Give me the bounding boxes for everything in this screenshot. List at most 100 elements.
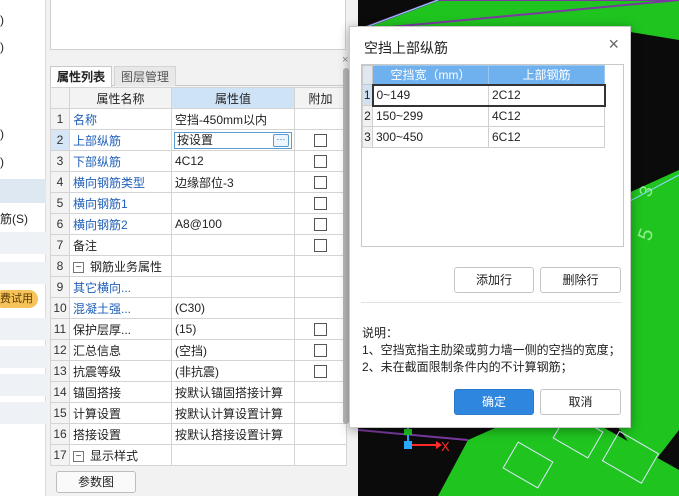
table-row[interactable]: 15 计算设置 按默认计算设置计算 — [50, 402, 347, 424]
extra-checkbox[interactable] — [314, 176, 327, 190]
table-row[interactable]: 11 保护层厚... (15) — [50, 318, 347, 340]
add-row-button[interactable]: 添加行 — [454, 267, 534, 293]
property-name: 计算设置 — [69, 402, 172, 424]
cancel-button[interactable]: 取消 — [540, 389, 621, 415]
grid-row[interactable]: 1 0~149 2C12 — [362, 83, 606, 107]
grid-cell-width-range[interactable]: 300~450 — [372, 126, 489, 148]
ellipsis-button[interactable]: ··· — [273, 133, 289, 147]
property-name: 横向钢筋2 — [69, 213, 172, 235]
table-row[interactable]: 6 横向钢筋2 A8@100 — [50, 213, 347, 235]
extra-cell — [294, 129, 347, 151]
property-name: 其它横向... — [69, 276, 172, 298]
row-number: 11 — [50, 318, 70, 340]
left-strip-item[interactable]: ) — [0, 13, 4, 27]
collapse-icon[interactable]: − — [73, 450, 84, 462]
table-row[interactable]: 12 汇总信息 (空挡) — [50, 339, 347, 361]
dialog-title: 空挡上部纵筋 — [364, 40, 448, 56]
collapse-icon[interactable]: − — [73, 261, 84, 273]
ok-button[interactable]: 确定 — [454, 389, 534, 415]
extra-checkbox[interactable] — [314, 323, 327, 337]
grid-cell-rebar[interactable]: 4C12 — [488, 105, 605, 127]
extra-checkbox[interactable] — [314, 197, 327, 211]
table-row[interactable]: 17− 显示样式 — [50, 444, 347, 466]
property-value[interactable]: (C30) — [171, 297, 295, 319]
extra-checkbox[interactable] — [314, 239, 327, 253]
table-row[interactable]: 9 其它横向... — [50, 276, 347, 298]
table-row[interactable]: 1 名称 空挡-450mm以内 — [50, 108, 347, 130]
extra-cell — [294, 192, 347, 214]
table-row[interactable]: 14 锚固搭接 按默认锚固搭接计算 — [50, 381, 347, 403]
row-number: 2 — [50, 129, 70, 151]
grid-column-header-rebar: 上部钢筋 — [488, 65, 605, 85]
property-value-editor[interactable]: 按设置 ··· — [174, 131, 292, 149]
row-number: 13 — [50, 360, 70, 382]
property-value[interactable] — [171, 192, 295, 214]
table-row[interactable]: 4 横向钢筋类型 边缘部位-3 — [50, 171, 347, 193]
extra-checkbox[interactable] — [314, 134, 327, 148]
left-strip-band — [0, 402, 46, 424]
property-value[interactable]: (空挡) — [171, 339, 295, 361]
extra-checkbox[interactable] — [314, 344, 327, 358]
extra-checkbox[interactable] — [314, 155, 327, 169]
extra-checkbox[interactable] — [314, 218, 327, 232]
property-value[interactable]: 4C12 — [171, 150, 295, 172]
property-value[interactable] — [171, 444, 295, 466]
row-number: 4 — [50, 171, 70, 193]
table-row[interactable]: 7 备注 — [50, 234, 347, 256]
extra-cell — [294, 297, 347, 319]
property-value[interactable]: (15) — [171, 318, 295, 340]
properties-table: 属性名称 属性值 附加 1 名称 空挡-450mm以内 2 上部纵筋 按设置 ··· 3 下部纵… — [50, 87, 347, 466]
table-row[interactable]: 13 抗震等级 (非抗震) — [50, 360, 347, 382]
grid-row-number: 1 — [362, 84, 373, 106]
property-value[interactable]: (非抗震) — [171, 360, 295, 382]
property-value[interactable]: 按默认搭接设置计算 — [171, 423, 295, 445]
grid-cell-rebar[interactable]: 2C12 — [488, 83, 606, 107]
left-strip-item[interactable]: ) — [0, 127, 4, 141]
property-name: 横向钢筋类型 — [69, 171, 172, 193]
table-row[interactable]: 10 混凝土强... (C30) — [50, 297, 347, 319]
trial-badge[interactable]: 费试用 — [0, 290, 38, 308]
table-row[interactable]: 5 横向钢筋1 — [50, 192, 347, 214]
close-icon[interactable]: × — [608, 34, 619, 54]
grid-cell-width-range[interactable]: 0~149 — [371, 83, 489, 107]
property-value[interactable]: 按设置 ··· — [171, 129, 295, 151]
property-name: 横向钢筋1 — [69, 192, 172, 214]
row-number: 8 — [50, 255, 70, 277]
extra-checkbox[interactable] — [314, 365, 327, 379]
property-value[interactable]: A8@100 — [171, 213, 295, 235]
property-value[interactable]: 空挡-450mm以内 — [171, 108, 295, 130]
property-value[interactable] — [171, 234, 295, 256]
delete-row-button[interactable]: 删除行 — [540, 267, 621, 293]
extra-cell — [294, 213, 347, 235]
property-name: 汇总信息 — [69, 339, 172, 361]
extra-cell — [294, 276, 347, 298]
grid-row[interactable]: 3 300~450 6C12 — [362, 126, 605, 148]
left-strip-item[interactable]: 筋(S) — [0, 210, 28, 227]
table-row[interactable]: 3 下部纵筋 4C12 — [50, 150, 347, 172]
table-row[interactable]: 8− 钢筋业务属性 — [50, 255, 347, 277]
table-row[interactable]: 16 搭接设置 按默认搭接设置计算 — [50, 423, 347, 445]
tab-layers[interactable]: 图层管理 — [114, 66, 177, 86]
tab-properties[interactable]: 属性列表 — [50, 66, 113, 87]
extra-cell — [294, 171, 347, 193]
grid-row[interactable]: 2 150~299 4C12 — [362, 105, 605, 127]
property-name: 混凝土强... — [69, 297, 172, 319]
extra-cell — [294, 360, 347, 382]
property-value[interactable]: 边缘部位-3 — [171, 171, 295, 193]
row-number: 5 — [50, 192, 70, 214]
property-name: − 钢筋业务属性 — [69, 255, 172, 277]
axis-indicator: X — [404, 424, 450, 454]
note-line: 2、未在截面限制条件内的不计算钢筋； — [362, 360, 573, 374]
property-value[interactable]: 按默认计算设置计算 — [171, 402, 295, 424]
parameter-diagram-button[interactable]: 参数图 — [56, 471, 136, 493]
grid-cell-width-range[interactable]: 150~299 — [372, 105, 489, 127]
table-header-row: 属性名称 属性值 附加 — [50, 87, 347, 109]
property-value[interactable] — [171, 276, 295, 298]
left-strip-item[interactable]: ) — [0, 40, 4, 54]
property-value[interactable]: 按默认锚固搭接计算 — [171, 381, 295, 403]
left-strip-item[interactable]: ) — [0, 155, 4, 169]
property-value[interactable] — [171, 255, 295, 277]
grid-cell-rebar[interactable]: 6C12 — [488, 126, 605, 148]
table-row[interactable]: 2 上部纵筋 按设置 ··· — [50, 129, 347, 151]
property-name-label: 显示样式 — [90, 448, 139, 463]
